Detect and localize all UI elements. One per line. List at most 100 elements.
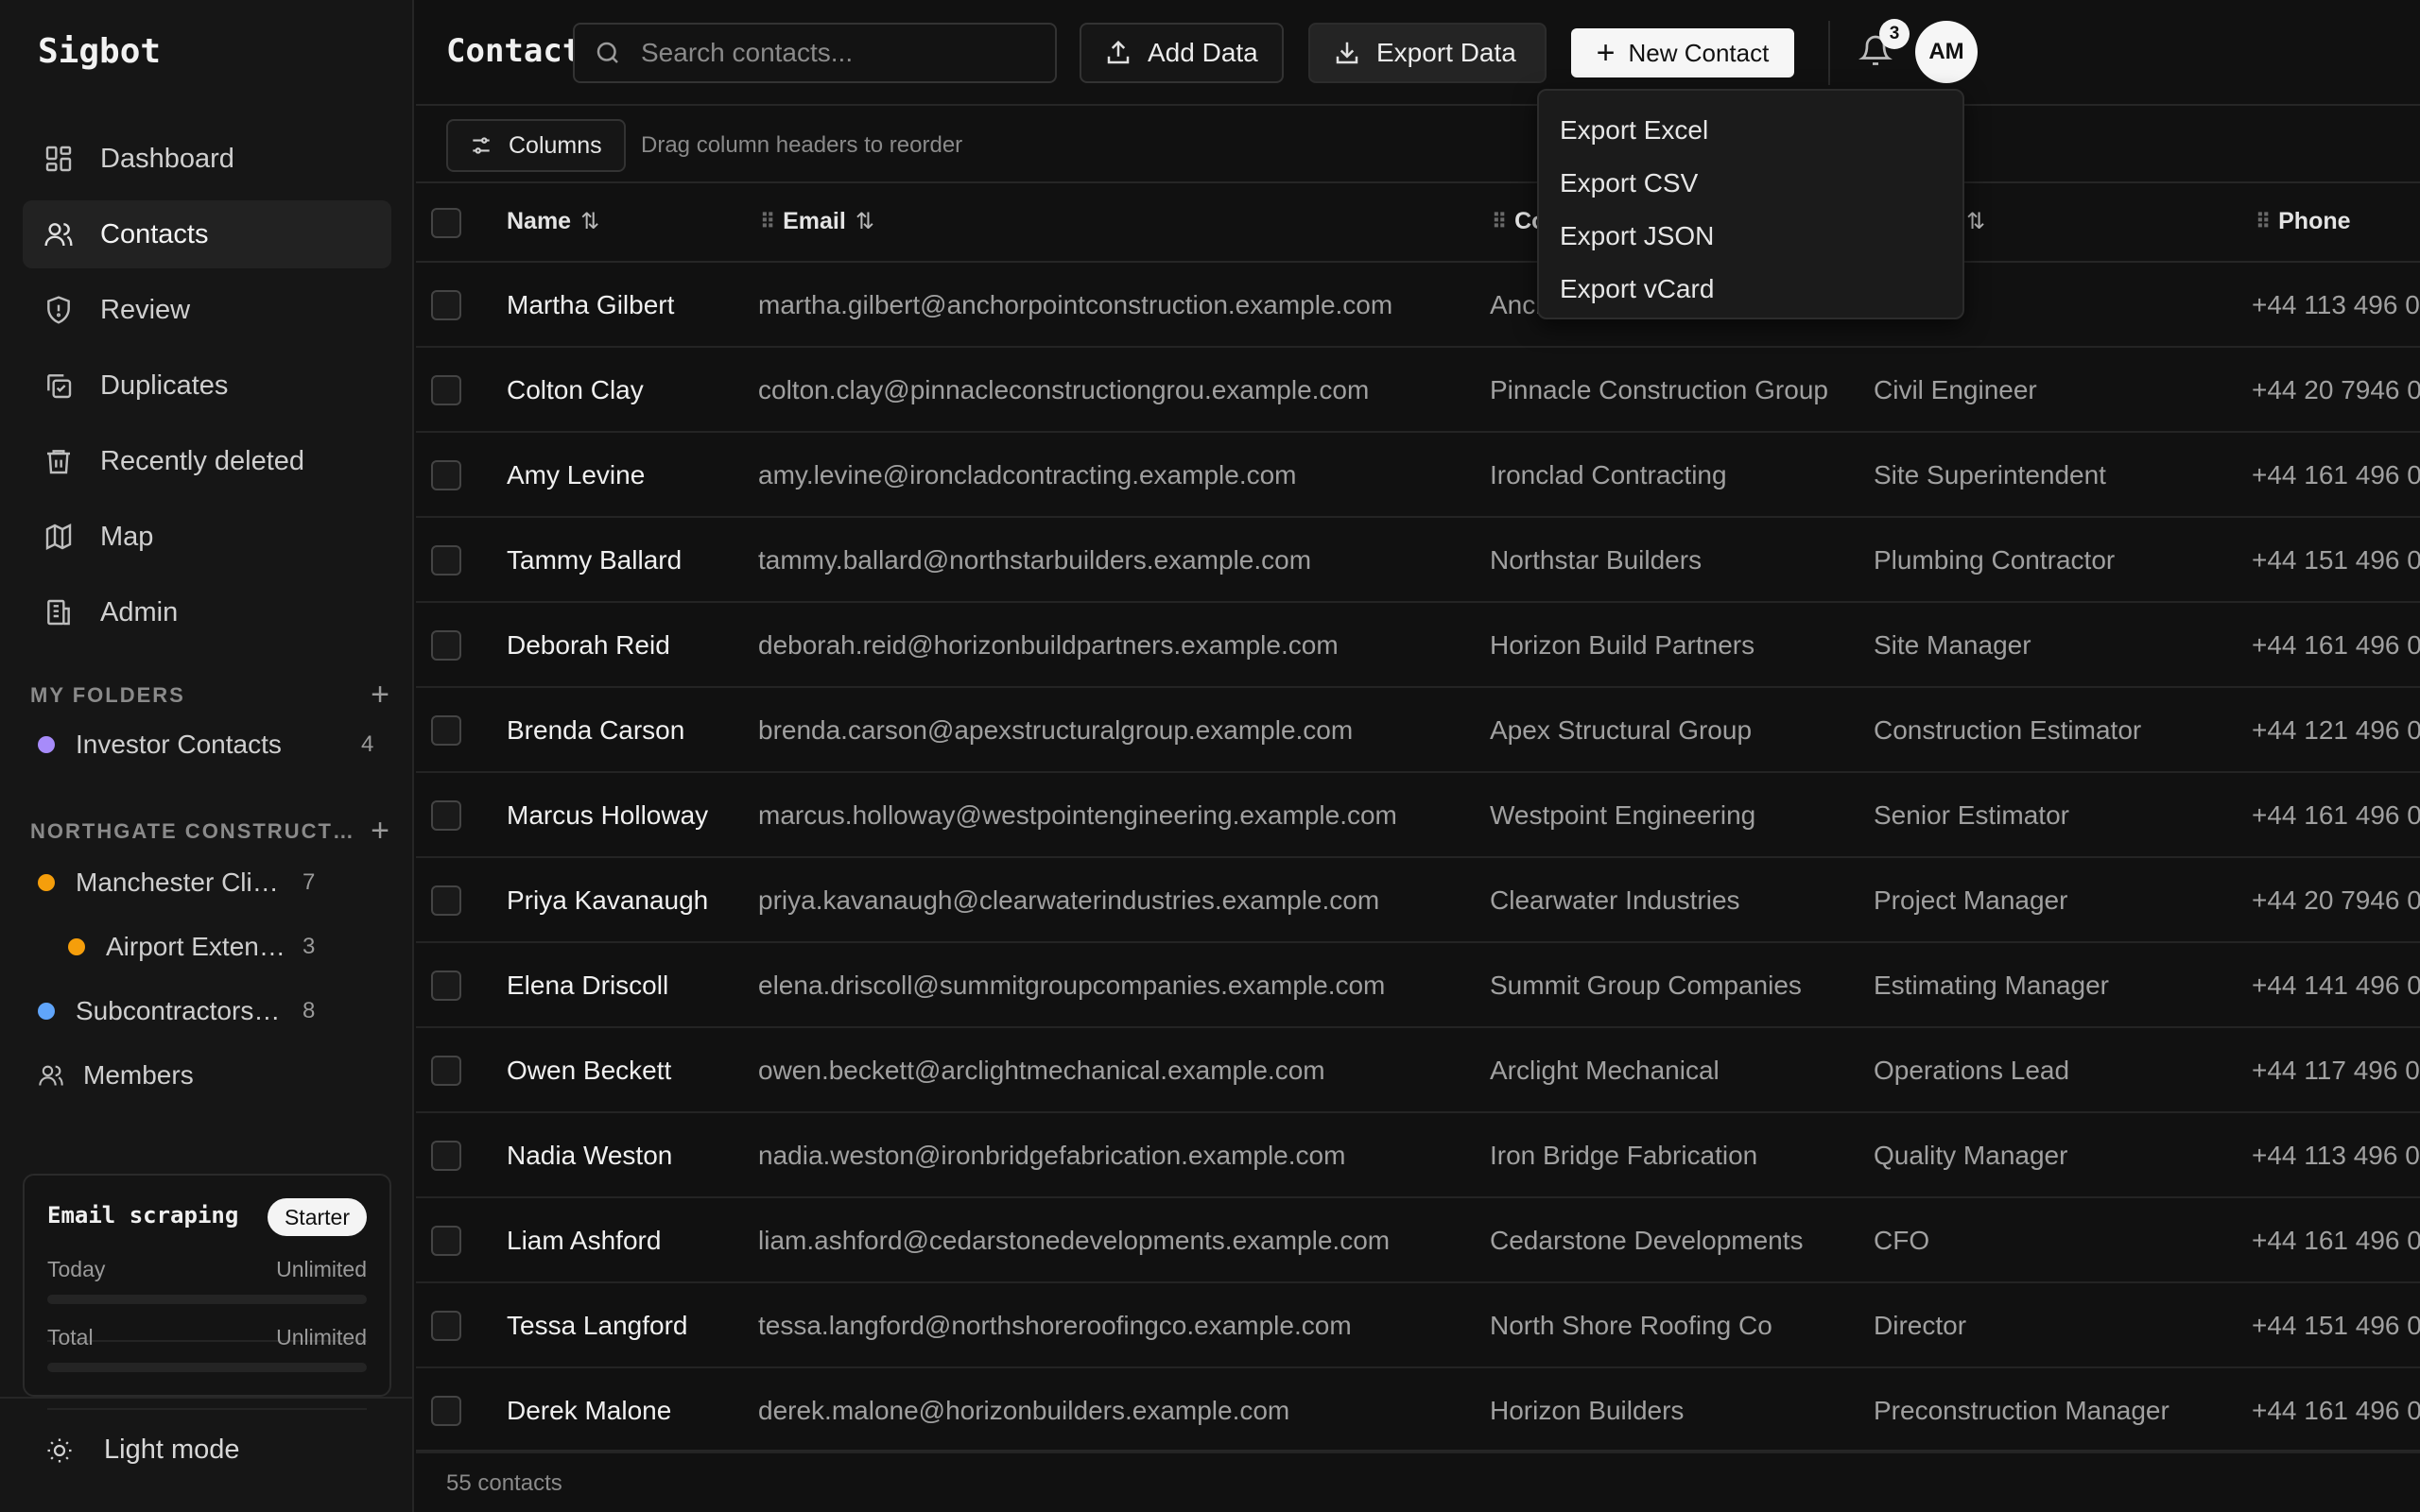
columns-label: Columns [509, 131, 602, 159]
contact-name[interactable]: Nadia Weston [507, 1141, 743, 1171]
add-folder-button[interactable]: + [371, 677, 389, 713]
column-header-email[interactable]: ⠿ Email ⇅ [760, 208, 874, 235]
sort-icon[interactable]: ⇅ [856, 208, 874, 235]
row-checkbox[interactable] [431, 715, 461, 746]
row-checkbox[interactable] [431, 1141, 461, 1171]
row-checkbox[interactable] [431, 1396, 461, 1426]
contact-name[interactable]: Deborah Reid [507, 630, 743, 661]
export-csv-option[interactable]: Export CSV [1539, 157, 1962, 210]
row-checkbox[interactable] [431, 375, 461, 405]
contact-name[interactable]: Brenda Carson [507, 715, 743, 746]
nav-map[interactable]: Map [23, 503, 391, 571]
folder-color-dot [38, 736, 55, 753]
sort-icon[interactable]: ⇅ [1966, 208, 1985, 235]
nav-admin[interactable]: Admin [23, 578, 391, 646]
my-folders-header: MY FOLDERS + [30, 677, 389, 713]
folder-item[interactable]: Investor Contacts 4 [38, 730, 378, 760]
plan-badge: Starter [267, 1198, 367, 1236]
nav-label: Dashboard [100, 143, 234, 174]
table-row[interactable]: Tammy Ballard tammy.ballard@northstarbuil… [416, 518, 2420, 603]
contact-job-title: Senior Estimator [1874, 800, 2069, 830]
export-vcard-option[interactable]: Export vCard [1539, 263, 1962, 316]
table-row[interactable]: Nadia Weston nadia.weston@ironbridgefabri… [416, 1113, 2420, 1198]
row-checkbox[interactable] [431, 885, 461, 916]
light-mode-toggle[interactable]: Light mode [45, 1435, 240, 1466]
contact-name[interactable]: Colton Clay [507, 375, 743, 405]
export-json-option[interactable]: Export JSON [1539, 210, 1962, 263]
folder-label: Manchester Cli… [76, 868, 279, 897]
export-data-label: Export Data [1376, 38, 1516, 67]
nav-recently-deleted[interactable]: Recently deleted [23, 427, 391, 495]
table-row[interactable]: Elena Driscoll elena.driscoll@summitgroup… [416, 943, 2420, 1028]
contact-name[interactable]: Tessa Langford [507, 1311, 743, 1341]
nav-duplicates[interactable]: Duplicates [23, 352, 391, 420]
contact-name[interactable]: Elena Driscoll [507, 971, 743, 1001]
email-scraping-usage-card: Email scraping Starter Today Unlimited T… [23, 1174, 391, 1410]
table-row[interactable]: Derek Malone derek.malone@horizonbuilders… [416, 1368, 2420, 1453]
search-box[interactable] [573, 23, 1057, 83]
nav-label: Duplicates [100, 369, 229, 401]
nav-contacts[interactable]: Contacts [23, 200, 391, 268]
members-item[interactable]: Members [38, 1060, 194, 1091]
drag-handle-icon[interactable]: ⠿ [1492, 210, 1507, 234]
select-all-checkbox[interactable] [431, 208, 461, 238]
contact-job-title: Director [1874, 1311, 1967, 1340]
row-checkbox[interactable] [431, 1056, 461, 1086]
contact-name[interactable]: Derek Malone [507, 1396, 743, 1426]
table-row[interactable]: Priya Kavanaugh priya.kavanaugh@clearwate… [416, 858, 2420, 943]
table-row[interactable]: Marcus Holloway marcus.holloway@westpoint… [416, 773, 2420, 858]
table-row[interactable]: Colton Clay colton.clay@pinnacleconstruct… [416, 348, 2420, 433]
export-excel-option[interactable]: Export Excel [1539, 104, 1962, 157]
folder-item[interactable]: Manchester Cli… 7 [38, 868, 340, 898]
table-row[interactable]: Tessa Langford tessa.langford@northshorer… [416, 1283, 2420, 1368]
new-contact-button[interactable]: + New Contact [1571, 28, 1794, 77]
contact-phone: +44 161 496 0 [2252, 1396, 2420, 1425]
dashboard-icon [45, 146, 72, 172]
folder-item[interactable]: Subcontractors… 8 [38, 996, 340, 1026]
contact-phone: +44 161 496 0 [2252, 1226, 2420, 1255]
table-row[interactable]: Brenda Carson brenda.carson@apexstructura… [416, 688, 2420, 773]
drag-handle-icon[interactable]: ⠿ [760, 210, 775, 234]
column-header-phone[interactable]: ⠿ Phone [2256, 208, 2351, 235]
row-checkbox[interactable] [431, 545, 461, 576]
contact-name[interactable]: Marcus Holloway [507, 800, 743, 831]
contact-name[interactable]: Priya Kavanaugh [507, 885, 743, 916]
folder-item[interactable]: Airport Exten… 3 [68, 932, 342, 962]
contact-name[interactable]: Tammy Ballard [507, 545, 743, 576]
app-logo[interactable]: Sigbot [38, 32, 161, 71]
contact-name[interactable]: Martha Gilbert [507, 290, 743, 320]
row-checkbox[interactable] [431, 1226, 461, 1256]
sort-icon[interactable]: ⇅ [580, 208, 599, 235]
usage-total-bar [47, 1363, 367, 1372]
row-checkbox[interactable] [431, 630, 461, 661]
table-row[interactable]: Amy Levine amy.levine@ironcladcontracting… [416, 433, 2420, 518]
nav-review[interactable]: Review [23, 276, 391, 344]
sidebar-footer-divider [0, 1397, 414, 1399]
row-checkbox[interactable] [431, 460, 461, 490]
contact-phone: +44 121 496 0 [2252, 715, 2420, 745]
row-checkbox[interactable] [431, 800, 461, 831]
users-icon [44, 223, 73, 247]
row-checkbox[interactable] [431, 1311, 461, 1341]
table-row[interactable]: Martha Gilbert martha.gilbert@anchorpoint… [416, 263, 2420, 348]
contact-name[interactable]: Amy Levine [507, 460, 743, 490]
columns-button[interactable]: Columns [446, 119, 626, 172]
column-header-name[interactable]: Name ⇅ [507, 208, 599, 235]
contact-name[interactable]: Liam Ashford [507, 1226, 743, 1256]
contact-email: owen.beckett@arclightmechanical.example.… [758, 1056, 1325, 1085]
row-checkbox[interactable] [431, 290, 461, 320]
table-row[interactable]: Liam Ashford liam.ashford@cedarstonedevel… [416, 1198, 2420, 1283]
add-org-folder-button[interactable]: + [371, 813, 389, 850]
drag-handle-icon[interactable]: ⠿ [2256, 210, 2271, 234]
add-data-button[interactable]: Add Data [1080, 23, 1284, 83]
contact-job-title: Site Manager [1874, 630, 2031, 660]
row-checkbox[interactable] [431, 971, 461, 1001]
nav-dashboard[interactable]: Dashboard [23, 125, 391, 193]
user-avatar[interactable]: AM [1915, 21, 1978, 83]
table-row[interactable]: Deborah Reid deborah.reid@horizonbuildpar… [416, 603, 2420, 688]
export-data-button[interactable]: Export Data [1308, 23, 1547, 83]
search-input[interactable] [639, 37, 1055, 69]
contact-name[interactable]: Owen Beckett [507, 1056, 743, 1086]
table-row[interactable]: Owen Beckett owen.beckett@arclightmechani… [416, 1028, 2420, 1113]
contact-email: tessa.langford@northshoreroofingco.examp… [758, 1311, 1352, 1340]
